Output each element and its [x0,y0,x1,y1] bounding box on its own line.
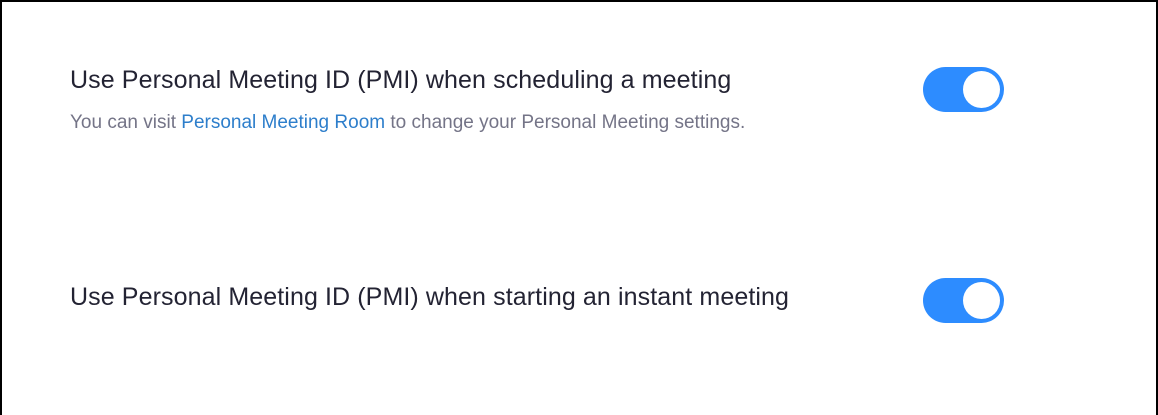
description-prefix: You can visit [70,112,182,133]
pmi-instant-toggle[interactable] [923,278,1004,323]
pmi-scheduling-toggle[interactable] [923,67,1004,112]
toggle-knob [963,71,1000,108]
setting-title: Use Personal Meeting ID (PMI) when sched… [70,66,732,94]
setting-pmi-instant: Use Personal Meeting ID (PMI) when start… [70,281,950,313]
setting-description: You can visit Personal Meeting Room to c… [70,108,830,137]
description-suffix: to change your Personal Meeting settings… [385,112,746,133]
setting-pmi-scheduling: Use Personal Meeting ID (PMI) when sched… [70,64,950,137]
toggle-knob [963,282,1000,319]
setting-title: Use Personal Meeting ID (PMI) when start… [70,283,790,311]
personal-meeting-room-link[interactable]: Personal Meeting Room [181,112,385,133]
settings-panel: Use Personal Meeting ID (PMI) when sched… [0,0,1158,415]
